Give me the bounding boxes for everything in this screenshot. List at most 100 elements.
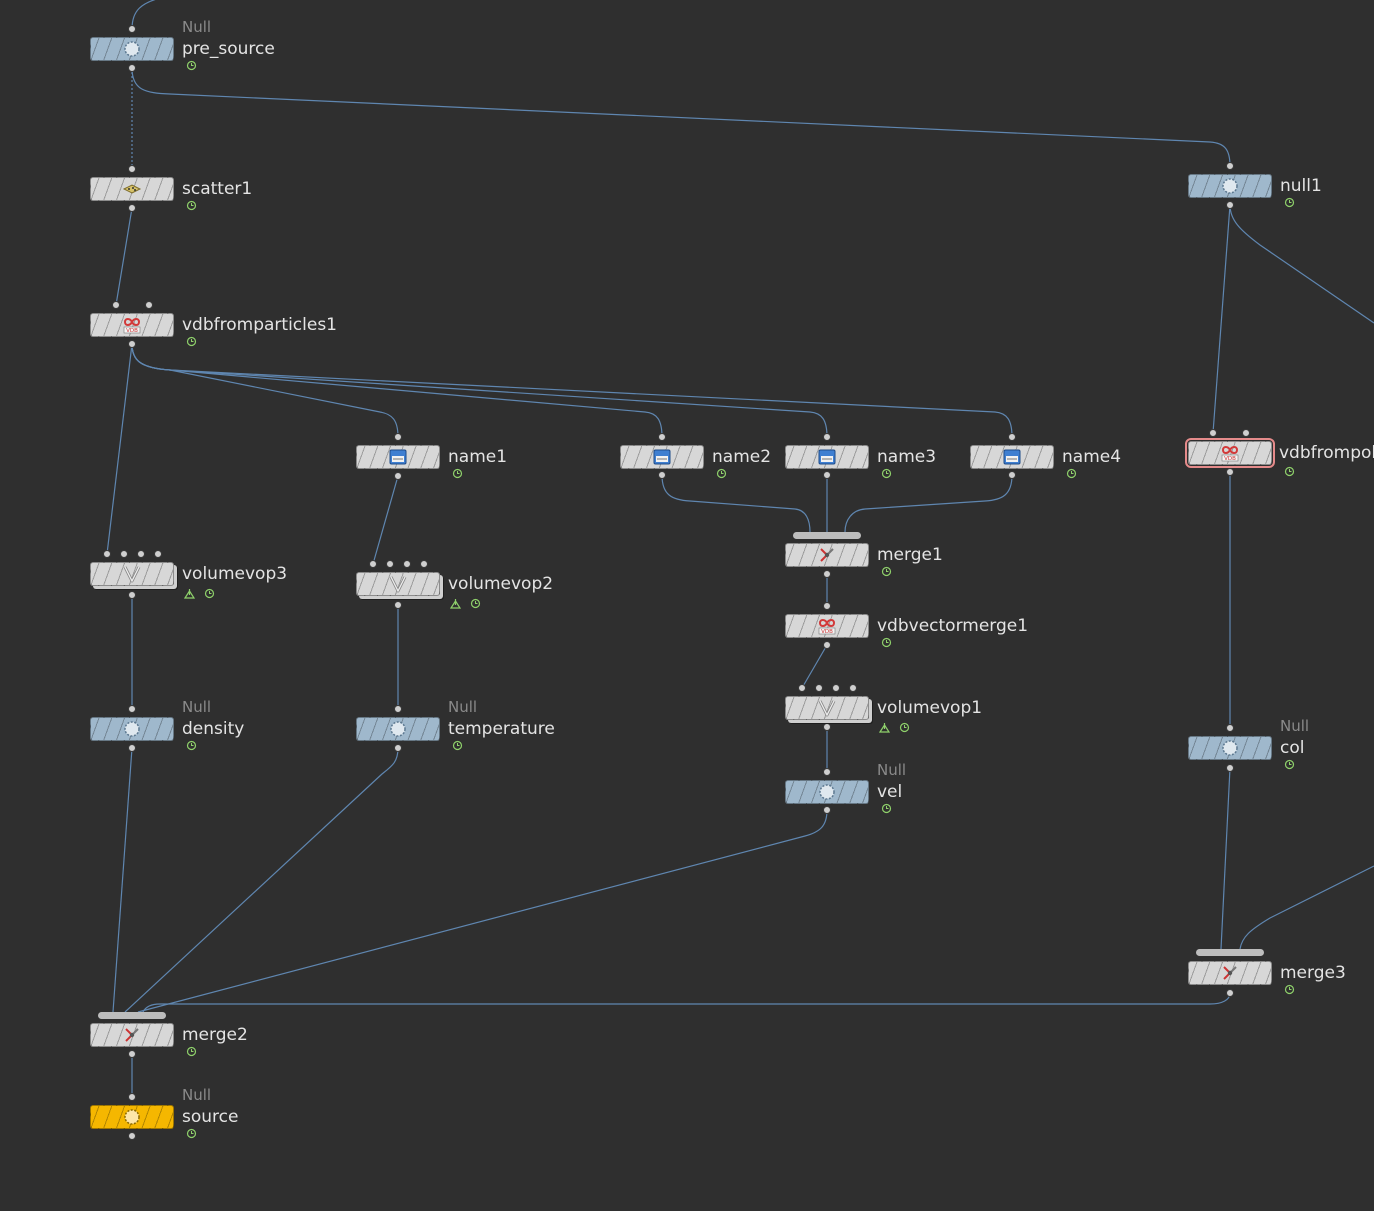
connector-dot[interactable] (420, 560, 428, 568)
node-density[interactable]: Null density (90, 698, 244, 751)
connector-dot[interactable] (394, 705, 402, 713)
connector-dot[interactable] (403, 560, 411, 568)
connector-dot[interactable] (128, 591, 136, 599)
connector-dot[interactable] (1226, 201, 1234, 209)
connector-dot[interactable] (369, 560, 377, 568)
connector-dot[interactable] (832, 684, 840, 692)
connector-dot[interactable] (1008, 433, 1016, 441)
connector-dot[interactable] (386, 560, 394, 568)
connector-dot[interactable] (1226, 764, 1234, 772)
connector-dot[interactable] (128, 1093, 136, 1101)
node-name-label[interactable]: temperature (448, 719, 555, 739)
node-name-label[interactable]: scatter1 (182, 179, 252, 199)
connector-dot[interactable] (128, 744, 136, 752)
merge-input-bar[interactable] (793, 532, 861, 539)
connector-dot[interactable] (128, 64, 136, 72)
node-vdbfrompoly[interactable]: VDB vdbfrompoly (1185, 438, 1374, 477)
node-name1[interactable]: name1 (356, 445, 507, 479)
node-vdbvectormerge1[interactable]: VDB vdbvectormerge1 (785, 614, 1028, 648)
connector-dot[interactable] (1226, 162, 1234, 170)
connector-dot[interactable] (120, 550, 128, 558)
node-vel[interactable]: Null vel (785, 761, 906, 814)
merge-input-bar[interactable] (1196, 949, 1264, 956)
connector-dot[interactable] (128, 204, 136, 212)
node-name-label[interactable]: pre_source (182, 39, 275, 59)
node-source[interactable]: Null source (90, 1086, 238, 1139)
node-pre-source[interactable]: Null pre_source (90, 18, 275, 71)
node-col[interactable]: Null col (1188, 717, 1309, 770)
node-name-label[interactable]: density (182, 719, 244, 739)
node-name3[interactable]: name3 (785, 445, 936, 479)
node-name-label[interactable]: volumevop1 (877, 698, 982, 718)
connector-dot[interactable] (823, 641, 831, 649)
node-name-label[interactable]: name1 (448, 447, 507, 467)
connector-dot[interactable] (128, 340, 136, 348)
node-name-label[interactable]: name2 (712, 447, 771, 467)
connector-dot[interactable] (1226, 724, 1234, 732)
node-temperature[interactable]: Null temperature (356, 698, 555, 751)
node-name-label[interactable]: name4 (1062, 447, 1121, 467)
node-name4[interactable]: name4 (970, 445, 1121, 479)
connector-dot[interactable] (823, 602, 831, 610)
connector-dot[interactable] (128, 25, 136, 33)
node-volumevop2[interactable]: volumevop2 (356, 572, 553, 609)
node-name-label[interactable]: merge3 (1280, 963, 1346, 983)
connector-dot[interactable] (1209, 429, 1217, 437)
connector-dot[interactable] (823, 471, 831, 479)
node-name-label[interactable]: volumevop3 (182, 564, 287, 584)
node-vdbfromparticles1[interactable]: VDB vdbfromparticles1 (90, 313, 337, 347)
flag-icon (1284, 466, 1295, 477)
flag-icon (452, 740, 463, 751)
node-scatter1[interactable]: scatter1 (90, 177, 252, 211)
connector-dot[interactable] (849, 684, 857, 692)
connector-dot[interactable] (823, 433, 831, 441)
connector-dot[interactable] (1226, 468, 1234, 476)
connector-dot[interactable] (128, 1132, 136, 1140)
connector-dot[interactable] (112, 301, 120, 309)
node-name-label[interactable]: merge2 (182, 1025, 248, 1045)
node-name-label[interactable]: null1 (1280, 176, 1322, 196)
connector-dot[interactable] (394, 601, 402, 609)
node-name-label[interactable]: volumevop2 (448, 574, 553, 594)
node-name-label[interactable]: source (182, 1107, 238, 1127)
connector-dot[interactable] (128, 705, 136, 713)
connector-dot[interactable] (798, 684, 806, 692)
node-name-label[interactable]: vdbfromparticles1 (182, 315, 337, 335)
connector-dot[interactable] (823, 768, 831, 776)
connector-dot[interactable] (815, 684, 823, 692)
node-merge1[interactable]: merge1 (785, 543, 943, 577)
node-merge3[interactable]: merge3 (1188, 961, 1346, 995)
node-name-label[interactable]: vdbvectormerge1 (877, 616, 1028, 636)
connector-dot[interactable] (394, 472, 402, 480)
node-volumevop1[interactable]: volumevop1 (785, 696, 982, 733)
wire (131, 0, 156, 30)
node-name2[interactable]: name2 (620, 445, 771, 479)
connector-dot[interactable] (128, 165, 136, 173)
node-null1[interactable]: null1 (1188, 174, 1322, 208)
node-name-label[interactable]: vdbfrompoly (1279, 443, 1374, 463)
volumevop-icon (815, 698, 839, 718)
connector-dot[interactable] (394, 433, 402, 441)
connector-dot[interactable] (658, 433, 666, 441)
connector-dot[interactable] (103, 550, 111, 558)
connector-dot[interactable] (394, 744, 402, 752)
connector-dot[interactable] (823, 806, 831, 814)
connector-dot[interactable] (1242, 429, 1250, 437)
connector-dot[interactable] (137, 550, 145, 558)
connector-dot[interactable] (145, 301, 153, 309)
connector-dot[interactable] (154, 550, 162, 558)
node-volumevop3[interactable]: volumevop3 (90, 562, 287, 599)
connector-dot[interactable] (823, 723, 831, 731)
node-name-label[interactable]: name3 (877, 447, 936, 467)
connector-dot[interactable] (1008, 471, 1016, 479)
connector-dot[interactable] (658, 471, 666, 479)
node-name-label[interactable]: vel (877, 782, 902, 802)
node-name-label[interactable]: col (1280, 738, 1304, 758)
connector-dot[interactable] (1226, 989, 1234, 997)
scatter-icon (120, 179, 144, 199)
node-name-label[interactable]: merge1 (877, 545, 943, 565)
connector-dot[interactable] (128, 1050, 136, 1058)
merge-input-bar[interactable] (98, 1012, 166, 1019)
connector-dot[interactable] (823, 570, 831, 578)
node-merge2[interactable]: merge2 (90, 1023, 248, 1057)
